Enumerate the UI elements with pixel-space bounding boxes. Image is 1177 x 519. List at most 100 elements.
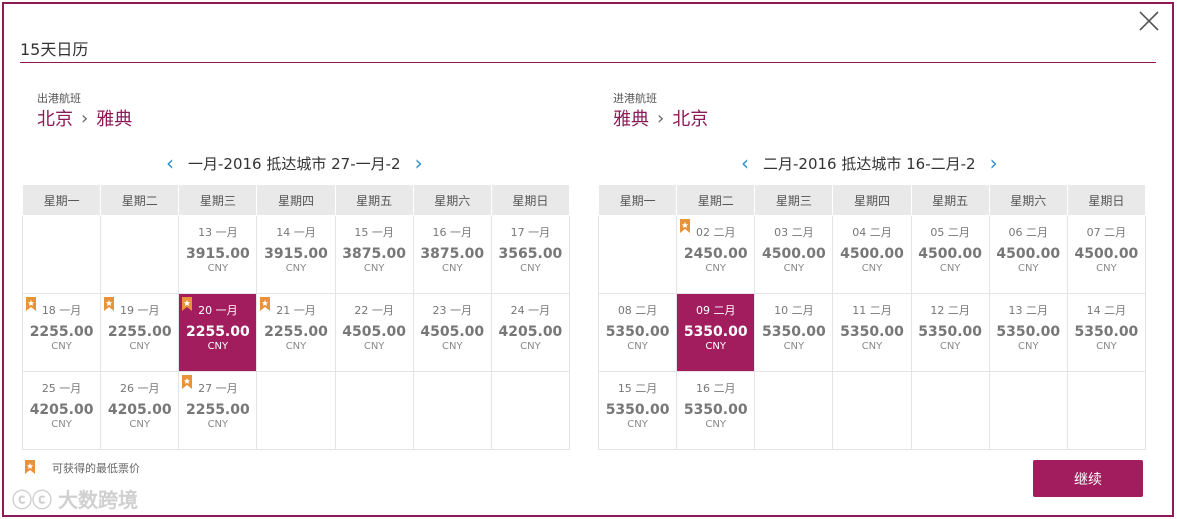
day-cell[interactable]: 05 二月 4500.00 CNY [910,215,990,294]
watermark: ⓒⓒ 大数跨境 [12,484,138,513]
day-price: 5350.00 [605,402,670,418]
day-price: 4205.00 [498,324,563,340]
day-cell[interactable]: 10 二月 5350.00 CNY [754,293,834,372]
calendar-week-row: 02 二月 2450.00 CNY 03 二月 4500.00 CNY 04 二月 4500.… [597,215,1147,294]
dialog-title: 15天日历 [20,40,89,59]
day-price: 4500.00 [1074,246,1139,262]
day-price: 4500.00 [918,246,983,262]
day-cell[interactable]: 19 一月 2255.00 CNY [100,293,180,372]
inbound-month-label: 二月-2016 抵达城市 16-二月-2 [763,154,976,173]
day-cell[interactable]: 20 一月 2255.00 CNY [178,293,258,372]
day-cell[interactable]: 02 二月 2450.00 CNY [676,215,756,294]
calendar-week-row: 08 二月 5350.00 CNY 09 二月 5350.00 CNY 10 二月 5350.… [597,293,1147,372]
empty-day-cell [21,215,102,294]
day-price: 5350.00 [761,324,826,340]
day-currency: CNY [207,419,229,430]
day-currency: CNY [1017,341,1039,352]
day-price: 4500.00 [996,246,1061,262]
day-cell[interactable]: 23 一月 4505.00 CNY [412,293,492,372]
day-cell[interactable]: 16 二月 5350.00 CNY [676,371,756,450]
day-currency: CNY [129,419,150,430]
day-cell[interactable]: 16 一月 3875.00 CNY [412,215,492,294]
day-price: 5350.00 [840,324,904,340]
day-date: 10 二月 [774,304,814,317]
day-cell[interactable]: 07 二月 4500.00 CNY [1066,215,1147,294]
day-currency: CNY [861,341,883,352]
day-cell[interactable]: 04 二月 4500.00 CNY [832,215,912,294]
empty-day-cell [1066,371,1147,450]
inbound-caption: 进港航班 [613,92,657,105]
day-cell[interactable]: 12 二月 5350.00 CNY [910,293,990,372]
next-month-icon[interactable]: › [984,151,1004,175]
day-date: 06 二月 [1008,226,1049,239]
inbound-from-city: 雅典 [613,109,649,130]
day-price: 4500.00 [761,246,826,262]
day-cell[interactable]: 25 一月 4205.00 CNY [21,371,102,450]
day-currency: CNY [207,263,229,274]
day-cell[interactable]: 14 一月 3915.00 CNY [256,215,336,294]
day-currency: CNY [363,263,385,274]
weekday-header: 星期六 [412,184,492,216]
day-price: 2255.00 [185,402,250,418]
day-cell[interactable]: 21 一月 2255.00 CNY [256,293,336,372]
day-date: 15 一月 [354,226,394,239]
day-cell[interactable]: 03 二月 4500.00 CNY [754,215,834,294]
day-currency: CNY [129,341,150,352]
legend-text: 可获得的最低票价 [52,462,140,475]
calendar-week-row: 15 二月 5350.00 CNY 16 二月 5350.00 CNY [597,371,1147,450]
day-date: 24 一月 [510,304,551,317]
calendar-week-row: 18 一月 2255.00 CNY 19 一月 2255.00 CNY 20 一月 2255.… [21,293,571,372]
day-currency: CNY [520,263,541,274]
bookmark-flag-icon [25,460,35,474]
day-price: 3875.00 [420,246,485,262]
day-cell[interactable]: 15 一月 3875.00 CNY [334,215,414,294]
prev-month-icon[interactable]: ‹ [160,151,180,175]
day-cell[interactable]: 08 二月 5350.00 CNY [597,293,678,372]
empty-day-cell [910,371,990,450]
lowest-fare-flag-icon [104,297,115,311]
day-cell[interactable]: 18 一月 2255.00 CNY [21,293,102,372]
day-date: 26 一月 [119,382,160,395]
day-price: 2255.00 [264,324,328,340]
prev-month-icon[interactable]: ‹ [735,151,755,175]
day-cell[interactable]: 13 一月 3915.00 CNY [178,215,258,294]
day-cell[interactable]: 09 二月 5350.00 CNY [676,293,756,372]
weekday-header: 星期日 [1066,184,1147,216]
day-currency: CNY [363,341,385,352]
day-price: 5350.00 [605,324,670,340]
day-price: 2255.00 [29,324,94,340]
outbound-caption: 出港航班 [37,92,81,105]
day-cell[interactable]: 06 二月 4500.00 CNY [988,215,1068,294]
day-price: 5350.00 [996,324,1061,340]
day-date: 04 二月 [852,226,892,239]
day-cell[interactable]: 26 一月 4205.00 CNY [100,371,180,450]
empty-day-cell [832,371,912,450]
day-cell[interactable]: 14 二月 5350.00 CNY [1066,293,1147,372]
day-price: 4505.00 [420,324,485,340]
day-currency: CNY [783,341,805,352]
watermark-text: 大数跨境 [58,488,138,512]
day-cell[interactable]: 17 一月 3565.00 CNY [490,215,571,294]
day-price: 3875.00 [342,246,407,262]
day-cell[interactable]: 27 一月 2255.00 CNY [178,371,258,450]
calendar-week-row: 13 一月 3915.00 CNY 14 一月 3915.00 CNY 15 一月 3875.… [21,215,571,294]
day-cell[interactable]: 24 一月 4205.00 CNY [490,293,571,372]
empty-day-cell [490,371,571,450]
weekday-header: 星期一 [21,184,102,216]
continue-button[interactable]: 继续 [1033,460,1143,497]
weekday-header: 星期五 [910,184,990,216]
day-cell[interactable]: 15 二月 5350.00 CNY [597,371,678,450]
day-cell[interactable]: 22 一月 4505.00 CNY [334,293,414,372]
day-date: 11 二月 [852,304,892,317]
day-cell[interactable]: 13 二月 5350.00 CNY [988,293,1068,372]
day-currency: CNY [285,341,307,352]
lowest-fare-flag-icon [26,297,36,311]
next-month-icon[interactable]: › [409,151,429,175]
day-date: 13 二月 [1008,304,1049,317]
lowest-fare-flag-icon [182,297,193,311]
empty-day-cell [597,215,678,294]
day-price: 2450.00 [683,246,748,262]
close-icon[interactable] [1138,10,1160,32]
day-cell[interactable]: 11 二月 5350.00 CNY [832,293,912,372]
lowest-fare-flag-icon [260,297,271,311]
